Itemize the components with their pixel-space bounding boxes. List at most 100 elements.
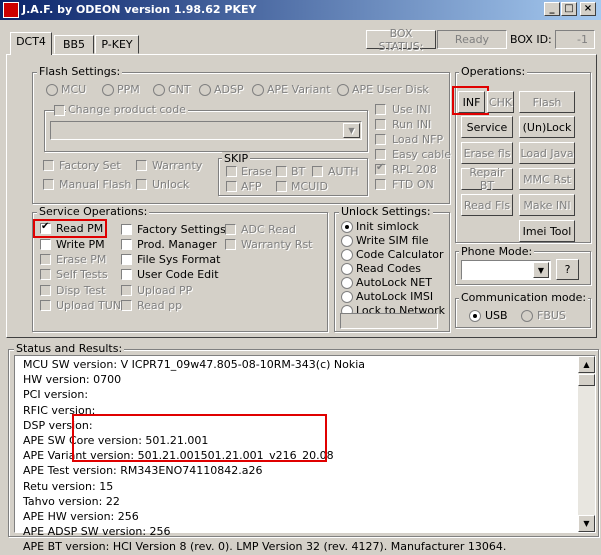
- change-product-code-checkbox[interactable]: [54, 105, 65, 116]
- scroll-down-icon[interactable]: ▼: [578, 515, 595, 532]
- read-pp-checkbox[interactable]: [121, 300, 132, 311]
- write-sim-file-radio[interactable]: [341, 235, 353, 247]
- read-fls-button[interactable]: Read Fls: [461, 194, 513, 216]
- disp-test-checkbox[interactable]: [40, 285, 51, 296]
- usb-radio[interactable]: [469, 310, 481, 322]
- read-codes-radio[interactable]: [341, 263, 353, 275]
- service-button[interactable]: Service: [461, 116, 513, 138]
- log-line: APE BT version: HCI Version 8 (rev. 0). …: [23, 540, 507, 554]
- unlock-settings-title: Unlock Settings:: [339, 205, 433, 218]
- upload-tun-checkbox[interactable]: [40, 300, 51, 311]
- write-pm-checkbox[interactable]: [40, 239, 51, 250]
- ppm-label: PPM: [117, 83, 140, 96]
- load-nfp-label: Load NFP: [392, 133, 444, 146]
- upload-pp-checkbox[interactable]: [121, 285, 132, 296]
- prod-manager-checkbox[interactable]: [121, 239, 132, 250]
- load-java-button[interactable]: Load Java: [519, 142, 575, 164]
- fbus-radio[interactable]: [521, 310, 533, 322]
- self-tests-checkbox[interactable]: [40, 269, 51, 280]
- box-status-label: BOX STATUS:: [366, 27, 436, 53]
- code-calculator-label: Code Calculator: [356, 248, 444, 261]
- autolock-net-radio[interactable]: [341, 277, 353, 289]
- minimize-button[interactable]: _: [544, 2, 560, 16]
- log-line: MCU SW version: V ICPR71_09w47.805-08-10…: [23, 358, 366, 371]
- chevron-down-icon[interactable]: ▼: [343, 123, 360, 138]
- chk-button[interactable]: CHK: [487, 91, 514, 113]
- communication-mode-title: Communication mode:: [459, 291, 589, 304]
- log-line: APE ADSP SW version: 256: [23, 525, 171, 539]
- autolock-imsi-label: AutoLock IMSI: [356, 290, 434, 303]
- unlock-checkbox[interactable]: [136, 179, 147, 190]
- log-line: APE HW version: 256: [23, 510, 139, 524]
- make-ini-button[interactable]: Make INI: [519, 194, 575, 216]
- skip-bt-checkbox[interactable]: [276, 166, 287, 177]
- read-pm-checkbox[interactable]: ✔: [40, 221, 51, 234]
- tab-bb5[interactable]: BB5: [54, 35, 94, 54]
- close-button[interactable]: ×: [580, 2, 596, 16]
- product-code-dropdown[interactable]: [50, 121, 362, 140]
- load-nfp-checkbox[interactable]: [375, 134, 386, 145]
- chevron-down-icon[interactable]: ▼: [533, 262, 549, 278]
- manual-flash-checkbox[interactable]: [43, 179, 54, 190]
- lock-network-input[interactable]: [340, 313, 438, 329]
- skip-auth-checkbox[interactable]: [312, 166, 323, 177]
- repair-bt-button[interactable]: Repair BT: [461, 166, 513, 192]
- tab-dct4[interactable]: DCT4: [10, 32, 52, 55]
- title-bar: J.A.F. by ODEON version 1.98.62 PKEY _ □…: [0, 0, 601, 20]
- autolock-imsi-radio[interactable]: [341, 291, 353, 303]
- help-button[interactable]: ?: [556, 259, 579, 280]
- cnt-label: CNT: [168, 83, 191, 96]
- mcu-label: MCU: [61, 83, 87, 96]
- skip-afp-checkbox[interactable]: [226, 181, 237, 192]
- ftd-on-checkbox[interactable]: [375, 179, 386, 190]
- easy-cable-checkbox[interactable]: [375, 149, 386, 160]
- adc-read-checkbox[interactable]: [225, 224, 236, 235]
- phone-mode-title: Phone Mode:: [459, 245, 535, 258]
- erase-pm-label: Erase PM: [56, 253, 107, 266]
- skip-erase-checkbox[interactable]: [226, 166, 237, 177]
- skip-mcuid-label: MCUID: [291, 180, 328, 193]
- warranty-rst-checkbox[interactable]: [225, 239, 236, 250]
- factory-set-checkbox[interactable]: [43, 160, 54, 171]
- user-code-edit-checkbox[interactable]: [121, 269, 132, 280]
- service-operations-title: Service Operations:: [37, 205, 150, 218]
- ape-variant-radio[interactable]: [252, 84, 264, 96]
- file-sys-format-label: File Sys Format: [137, 253, 221, 266]
- skip-mcuid-checkbox[interactable]: [276, 181, 287, 192]
- unlock-button[interactable]: (Un)Lock: [519, 116, 575, 138]
- scroll-thumb[interactable]: [578, 374, 595, 386]
- imei-tool-button[interactable]: Imei Tool: [519, 220, 575, 242]
- skip-auth-label: AUTH: [328, 165, 359, 178]
- erase-pm-checkbox[interactable]: [40, 254, 51, 265]
- file-sys-format-checkbox[interactable]: [121, 254, 132, 265]
- log-line: APE Test version: RM343ENO74110842.a26: [23, 464, 263, 478]
- adsp-radio[interactable]: [199, 84, 211, 96]
- status-title: Status and Results:: [14, 342, 125, 355]
- box-id-value: -1: [555, 30, 595, 49]
- use-ini-checkbox[interactable]: [375, 104, 386, 115]
- tab-p-key[interactable]: P-KEY: [95, 35, 139, 54]
- cnt-radio[interactable]: [153, 84, 165, 96]
- flash-button[interactable]: Flash: [519, 91, 575, 113]
- init-simlock-radio[interactable]: [341, 221, 353, 233]
- scroll-up-icon[interactable]: ▲: [578, 356, 595, 373]
- maximize-button[interactable]: □: [561, 2, 577, 16]
- log-line: Retu version: 15: [23, 479, 114, 493]
- factory-settings-checkbox[interactable]: [121, 224, 132, 235]
- rpl-208-checkbox[interactable]: ✔: [375, 162, 386, 175]
- upload-tun-label: Upload TUN: [56, 299, 122, 312]
- erase-fls-button[interactable]: Erase fls: [461, 142, 513, 164]
- mcu-radio[interactable]: [46, 84, 58, 96]
- write-pm-label: Write PM: [56, 238, 105, 251]
- log-line: PCI version:: [23, 388, 89, 402]
- ppm-radio[interactable]: [102, 84, 114, 96]
- change-product-code-label: Change product code: [66, 103, 188, 116]
- self-tests-label: Self Tests: [56, 268, 108, 281]
- ape-user-disk-radio[interactable]: [337, 84, 349, 96]
- run-ini-checkbox[interactable]: [375, 119, 386, 130]
- warranty-checkbox[interactable]: [136, 160, 147, 171]
- inf-button[interactable]: INF: [458, 91, 485, 113]
- mmc-rst-button[interactable]: MMC Rst: [519, 168, 575, 190]
- vertical-scrollbar[interactable]: ▲ ▼: [578, 356, 595, 532]
- code-calculator-radio[interactable]: [341, 249, 353, 261]
